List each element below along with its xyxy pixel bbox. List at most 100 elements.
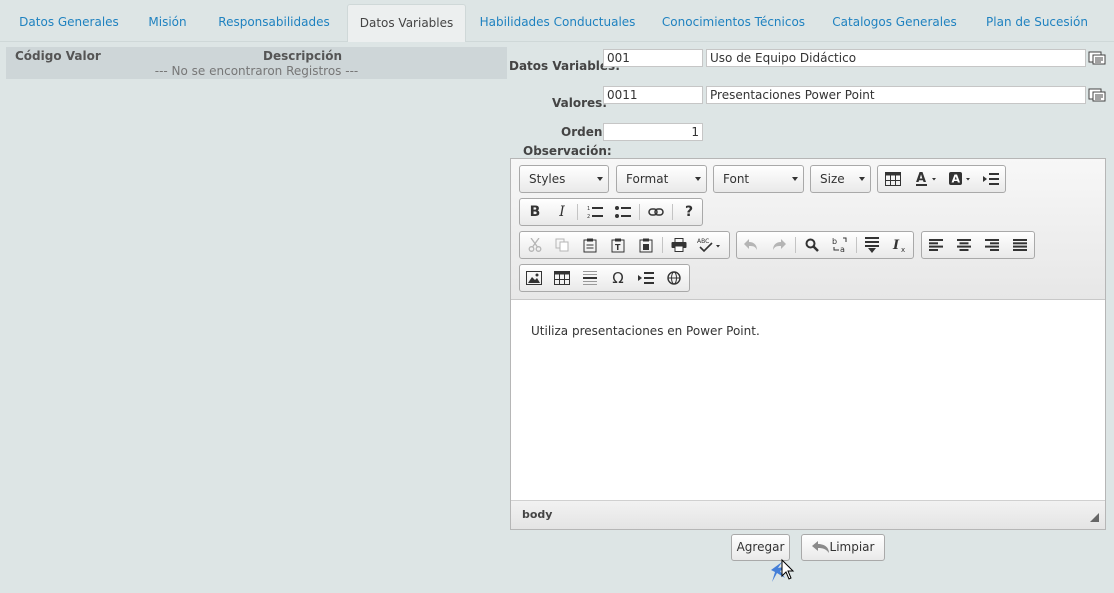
svg-text:b: b (832, 237, 837, 246)
size-dropdown-label: Size (820, 172, 845, 186)
special-character-icon[interactable]: Ω (606, 268, 630, 288)
styles-dropdown-label: Styles (529, 172, 566, 186)
orden-field[interactable]: 1 (603, 123, 703, 141)
align-center-icon[interactable] (952, 235, 976, 255)
valores-description-field[interactable]: Presentaciones Power Point (706, 86, 1086, 104)
valores-lookup-icon[interactable] (1088, 88, 1106, 102)
find-icon[interactable] (800, 235, 824, 255)
bold-icon[interactable]: B (523, 202, 547, 222)
tab-bar: Datos Generales Misión Responsabilidades… (0, 0, 1114, 42)
valores-label: Valores: (552, 96, 608, 110)
observacion-label: Observación: (523, 144, 612, 158)
tab-habilidades-conductuales[interactable]: Habilidades Conductuales (475, 4, 640, 42)
italic-icon[interactable]: I (550, 202, 574, 222)
svg-text:a: a (840, 245, 845, 253)
svg-text:1: 1 (587, 206, 590, 212)
table-icon[interactable] (881, 169, 905, 189)
styles-dropdown[interactable]: Styles (519, 165, 609, 193)
chevron-down-icon (695, 177, 701, 181)
tab-responsabilidades[interactable]: Responsabilidades (208, 4, 340, 42)
toolbar-separator (639, 204, 640, 220)
copy-icon[interactable] (550, 235, 574, 255)
chevron-down-icon (792, 177, 798, 181)
editor-status-bar: body (511, 500, 1105, 529)
replace-icon[interactable]: ba (828, 235, 852, 255)
tab-plan-de-sucesion[interactable]: Plan de Sucesión (977, 4, 1097, 42)
text-color-icon[interactable]: A (912, 169, 942, 189)
svg-text:x: x (901, 246, 905, 252)
svg-text:2: 2 (587, 214, 590, 219)
size-dropdown[interactable]: Size (810, 165, 871, 193)
font-dropdown[interactable]: Font (713, 165, 804, 193)
observacion-editor: Styles Format Font Size A A B I 1 2 ? T … (510, 158, 1106, 530)
column-header-description[interactable]: Descripción (263, 49, 342, 63)
align-left-icon[interactable] (924, 235, 948, 255)
select-all-icon[interactable] (860, 235, 884, 255)
indent-icon[interactable] (979, 169, 1003, 189)
font-dropdown-label: Font (723, 172, 750, 186)
remove-format-icon[interactable]: Ix (888, 235, 912, 255)
link-icon[interactable] (644, 202, 668, 222)
paste-from-word-icon[interactable] (634, 235, 658, 255)
toolbar-separator (577, 204, 578, 220)
toolbar-separator (662, 237, 663, 253)
mouse-cursor-icon (771, 558, 795, 582)
svg-text:A: A (916, 171, 926, 186)
column-header-code[interactable]: Código Valor (15, 49, 101, 63)
toolbar-group-insert-color: A A (877, 165, 1006, 193)
editor-toolbar: Styles Format Font Size A A B I 1 2 ? T … (511, 159, 1105, 300)
clear-button-label: Limpiar (829, 540, 875, 554)
undo-arrow-icon (812, 541, 829, 553)
format-dropdown[interactable]: Format (616, 165, 707, 193)
tab-datos-variables[interactable]: Datos Variables (347, 4, 466, 42)
toolbar-separator (795, 237, 796, 253)
valores-code-field[interactable]: 0011 (603, 86, 703, 104)
chevron-down-icon (597, 177, 603, 181)
help-icon[interactable]: ? (677, 202, 701, 222)
datos-variables-lookup-icon[interactable] (1088, 51, 1106, 65)
toolbar-separator (856, 237, 857, 253)
records-grid: Código Valor Descripción --- No se encon… (6, 47, 507, 79)
svg-text:T: T (615, 243, 621, 252)
resize-handle-icon[interactable] (1090, 513, 1099, 522)
datos-variables-description-field[interactable]: Uso de Equipo Didáctico (706, 49, 1086, 67)
toolbar-group-align (921, 231, 1035, 259)
paste-icon[interactable] (578, 235, 602, 255)
toolbar-group-history: ba Ix (736, 231, 914, 259)
toolbar-separator (672, 204, 673, 220)
clear-button[interactable]: Limpiar (801, 534, 885, 561)
justify-icon[interactable] (1008, 235, 1032, 255)
undo-icon[interactable] (739, 235, 763, 255)
align-right-icon[interactable] (980, 235, 1004, 255)
toolbar-group-clipboard: T ABC (519, 231, 730, 259)
empty-grid-message: --- No se encontraron Registros --- (154, 64, 359, 78)
chevron-down-icon (859, 177, 865, 181)
numbered-list-icon[interactable]: 12 (583, 202, 607, 222)
globe-icon[interactable] (662, 268, 686, 288)
svg-text:I: I (892, 238, 900, 252)
toolbar-group-insert: Ω (519, 264, 690, 292)
element-path[interactable]: body (522, 508, 552, 521)
svg-text:ABC: ABC (697, 238, 709, 245)
insert-table-icon[interactable] (550, 268, 574, 288)
svg-text:A: A (952, 173, 961, 186)
datos-variables-code-field[interactable]: 001 (603, 49, 703, 67)
redo-icon[interactable] (767, 235, 791, 255)
tab-datos-generales[interactable]: Datos Generales (10, 4, 128, 42)
tab-catalogos-generales[interactable]: Catalogos Generales (826, 4, 963, 42)
cut-icon[interactable] (523, 235, 547, 255)
background-color-icon[interactable]: A (946, 169, 976, 189)
bulleted-list-icon[interactable] (611, 202, 635, 222)
toolbar-group-basic: B I 12 ? (519, 198, 703, 226)
editor-content-area[interactable]: Utiliza presentaciones en Power Point. (511, 300, 1105, 500)
orden-label: Orden: (561, 125, 608, 139)
tab-mision[interactable]: Misión (140, 4, 195, 42)
editor-content-text: Utiliza presentaciones en Power Point. (531, 324, 760, 338)
tab-conocimientos-tecnicos[interactable]: Conocimientos Técnicos (655, 4, 812, 42)
page-break-icon[interactable] (634, 268, 658, 288)
paste-text-icon[interactable]: T (606, 235, 630, 255)
image-icon[interactable] (522, 268, 546, 288)
spellcheck-icon[interactable]: ABC (695, 235, 725, 255)
print-icon[interactable] (667, 235, 691, 255)
horizontal-rule-icon[interactable] (578, 268, 602, 288)
